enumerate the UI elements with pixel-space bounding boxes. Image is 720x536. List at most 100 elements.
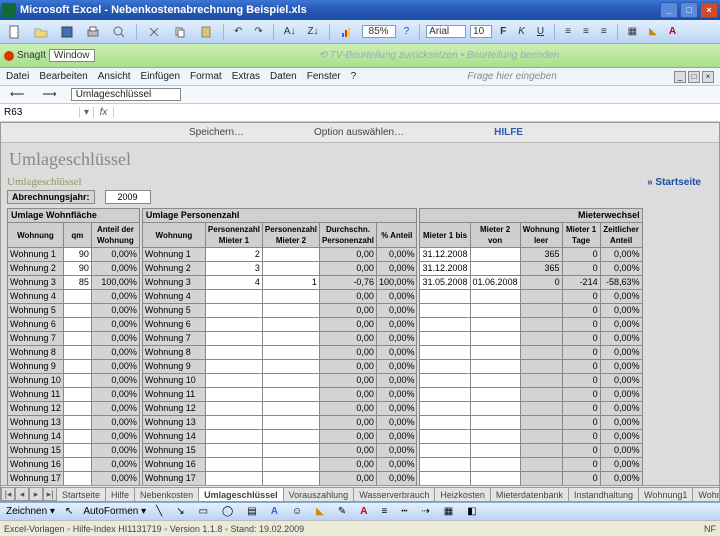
cell-qm[interactable]: 90 [63, 248, 91, 262]
cell-pz1[interactable]: 4 [205, 276, 262, 290]
nav-back-button[interactable]: ⟵ [6, 87, 28, 102]
tab-nav-last[interactable]: ▸| [43, 487, 57, 501]
cell-wohnung[interactable]: Wohnung 9 [8, 360, 64, 374]
cell-qm[interactable] [63, 290, 91, 304]
menu-format[interactable]: Format [190, 71, 222, 82]
help-button[interactable]: ? [400, 24, 414, 39]
sheet-tab[interactable]: Heizkosten [434, 487, 491, 501]
tab-nav-prev[interactable]: ◂ [15, 487, 29, 501]
cell-m2-von[interactable] [470, 360, 520, 374]
cell-m2-von[interactable] [470, 388, 520, 402]
cell-m1-bis[interactable] [420, 430, 470, 444]
align-center-button[interactable]: ≡ [579, 24, 593, 39]
cell-m1-bis[interactable] [420, 304, 470, 318]
cell-wohnung[interactable]: Wohnung 13 [142, 416, 205, 430]
cell-m1-bis[interactable]: 31.12.2008 [420, 248, 470, 262]
menu-fenster[interactable]: Fenster [307, 71, 341, 82]
cell-m2-von[interactable] [470, 416, 520, 430]
action-help[interactable]: HILFE [494, 127, 523, 138]
cell-pz2[interactable] [262, 332, 319, 346]
cell-wohnung[interactable]: Wohnung 14 [8, 430, 64, 444]
menu-einfuegen[interactable]: Einfügen [141, 71, 180, 82]
zoom-combo[interactable]: 85% [362, 25, 396, 38]
cell-m2-von[interactable] [470, 402, 520, 416]
nav-forward-button[interactable]: ⟶ [38, 87, 60, 102]
menu-daten[interactable]: Daten [270, 71, 297, 82]
cell-wohnung[interactable]: Wohnung 8 [142, 346, 205, 360]
select-objects-button[interactable]: ↖ [61, 504, 77, 519]
cell-qm[interactable] [63, 458, 91, 472]
line-button[interactable]: ╲ [152, 504, 166, 519]
redo-button[interactable]: ↷ [250, 24, 266, 39]
cell-pz2[interactable] [262, 262, 319, 276]
cell-wohnung[interactable]: Wohnung 2 [142, 262, 205, 276]
copy-button[interactable] [169, 23, 191, 41]
cell-wohnung[interactable]: Wohnung 5 [142, 304, 205, 318]
cell-pz1[interactable] [205, 332, 262, 346]
new-button[interactable] [4, 23, 26, 41]
cell-pz2[interactable] [262, 360, 319, 374]
draw-menu[interactable]: Zeichnen ▾ [6, 506, 55, 517]
cell-m1-bis[interactable] [420, 346, 470, 360]
cell-pz2[interactable] [262, 318, 319, 332]
cell-wohnung[interactable]: Wohnung 1 [8, 248, 64, 262]
chart-button[interactable] [336, 23, 358, 41]
cut-button[interactable] [143, 23, 165, 41]
cell-m2-von[interactable] [470, 248, 520, 262]
font-name-combo[interactable]: Arial [426, 25, 466, 38]
borders-button[interactable]: ▦ [624, 24, 641, 39]
sheet-tab[interactable]: Startseite [56, 487, 106, 501]
cell-qm[interactable] [63, 472, 91, 486]
cell-qm[interactable] [63, 318, 91, 332]
sort-asc-button[interactable]: A↓ [280, 24, 300, 39]
line-color-button[interactable]: ✎ [334, 504, 350, 519]
cell-wohnung[interactable]: Wohnung 10 [142, 374, 205, 388]
cell-qm[interactable] [63, 360, 91, 374]
cell-wohnung[interactable]: Wohnung 12 [142, 402, 205, 416]
cell-wohnung[interactable]: Wohnung 2 [8, 262, 64, 276]
cell-pz2[interactable] [262, 430, 319, 444]
cell-m1-bis[interactable] [420, 360, 470, 374]
cell-wohnung[interactable]: Wohnung 16 [8, 458, 64, 472]
cell-pz1[interactable] [205, 416, 262, 430]
cell-pz2[interactable] [262, 458, 319, 472]
cell-pz1[interactable] [205, 430, 262, 444]
close-button[interactable]: × [700, 2, 718, 18]
workbook-close-button[interactable]: × [702, 71, 714, 83]
shadow-button[interactable]: ▦ [440, 504, 457, 519]
cell-wohnung[interactable]: Wohnung 10 [8, 374, 64, 388]
sort-desc-button[interactable]: Z↓ [303, 24, 322, 39]
sheet-tab[interactable]: Wohn… [692, 487, 720, 501]
menu-datei[interactable]: Datei [6, 71, 29, 82]
cell-wohnung[interactable]: Wohnung 11 [8, 388, 64, 402]
cell-qm[interactable] [63, 402, 91, 416]
ask-a-question-box[interactable]: Frage hier eingeben [467, 71, 563, 82]
cell-m2-von[interactable] [470, 290, 520, 304]
bold-button[interactable]: F [496, 24, 510, 39]
year-value[interactable]: 2009 [105, 190, 151, 204]
arrow-button[interactable]: ↘ [172, 504, 188, 519]
cell-m2-von[interactable] [470, 262, 520, 276]
minimize-button[interactable]: _ [660, 2, 678, 18]
arrow-style-button[interactable]: ⇢ [417, 504, 433, 519]
cell-m2-von[interactable]: 01.06.2008 [470, 276, 520, 290]
cell-wohnung[interactable]: Wohnung 11 [142, 388, 205, 402]
underline-button[interactable]: U [533, 24, 548, 39]
cell-pz1[interactable] [205, 402, 262, 416]
cell-pz2[interactable] [262, 374, 319, 388]
menu-ansicht[interactable]: Ansicht [98, 71, 131, 82]
cell-wohnung[interactable]: Wohnung 15 [142, 444, 205, 458]
cell-m2-von[interactable] [470, 332, 520, 346]
cell-qm[interactable] [63, 304, 91, 318]
fill-color-button[interactable]: ◣ [645, 24, 661, 39]
snagit-capture-combo[interactable]: Window [49, 49, 95, 62]
cell-m1-bis[interactable]: 31.12.2008 [420, 262, 470, 276]
font-color-draw-button[interactable]: A [356, 504, 371, 519]
cell-qm[interactable] [63, 388, 91, 402]
cell-wohnung[interactable]: Wohnung 6 [8, 318, 64, 332]
align-right-button[interactable]: ≡ [597, 24, 611, 39]
cell-qm[interactable] [63, 332, 91, 346]
cell-pz2[interactable] [262, 402, 319, 416]
cell-pz2[interactable]: 1 [262, 276, 319, 290]
cell-pz2[interactable] [262, 388, 319, 402]
